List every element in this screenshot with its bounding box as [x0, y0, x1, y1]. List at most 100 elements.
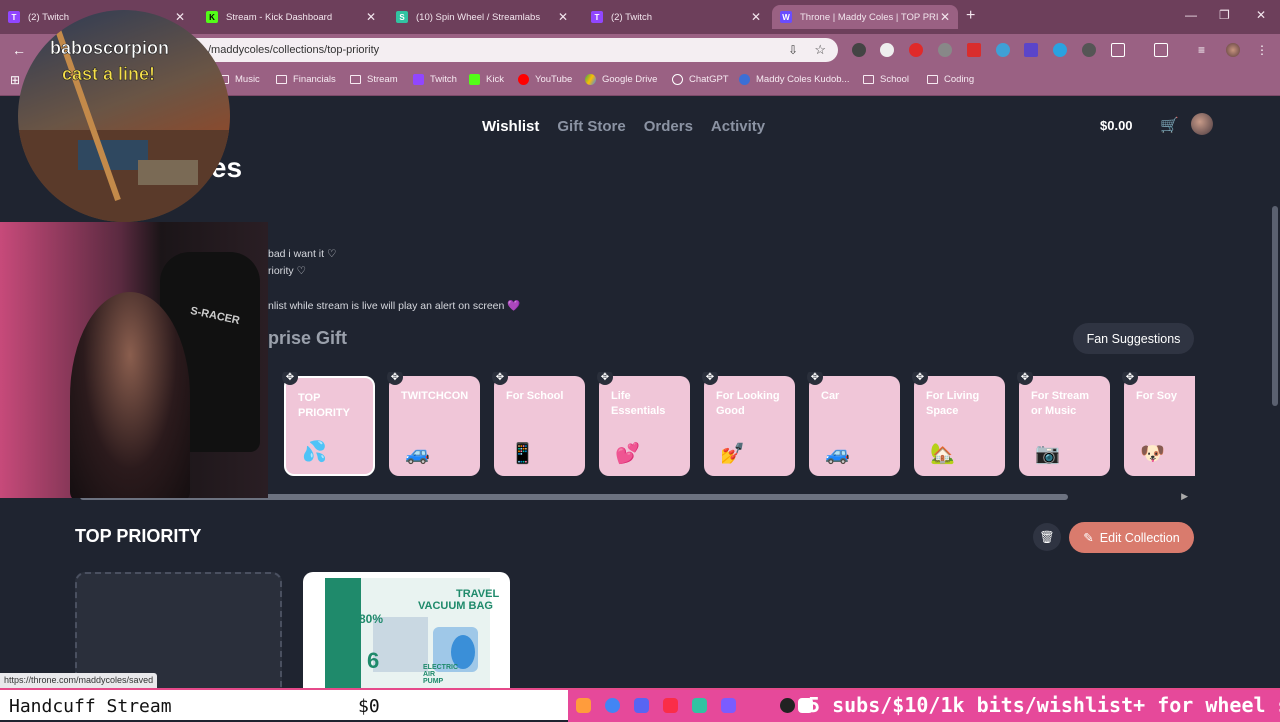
bookmark-google-drive[interactable]: Google Drive	[585, 74, 657, 85]
tab-throne[interactable]: W Throne | Maddy Coles | TOP PRI ✕	[772, 5, 958, 29]
collection-emoji: 🐶	[1140, 443, 1165, 465]
tab-title: (2) Twitch	[611, 11, 653, 23]
bookmark-youtube[interactable]: YouTube	[518, 74, 572, 85]
extension-icon[interactable]	[996, 43, 1010, 57]
collection-card-for-soy[interactable]: For Soy 🐶	[1124, 376, 1195, 476]
cart-icon[interactable]: 🛒	[1160, 116, 1179, 134]
avatar[interactable]	[1226, 43, 1240, 57]
bookmark-label: Coding	[944, 74, 975, 85]
bookmark-kick[interactable]: Kick	[469, 74, 504, 85]
product-badge: 80%	[359, 612, 384, 626]
webcam-overlay: S-RACER	[0, 222, 268, 498]
collection-label: For School	[506, 390, 564, 402]
streamlabs-icon	[692, 698, 707, 713]
close-icon[interactable]: ✕	[366, 10, 376, 24]
extension-icon[interactable]	[1053, 43, 1067, 57]
bookmark-stream[interactable]: Stream	[350, 74, 398, 85]
extension-icon[interactable]	[1082, 43, 1096, 57]
main-nav: Wishlist Gift Store Orders Activity	[482, 118, 765, 135]
extension-icon[interactable]	[1024, 43, 1038, 57]
pdf-extension-icon[interactable]	[967, 43, 981, 57]
nav-gift-store[interactable]: Gift Store	[557, 118, 625, 135]
collection-card-for-living-space[interactable]: For Living Space 🏡	[914, 376, 1005, 476]
collection-emoji: 📷	[1035, 443, 1060, 465]
nav-wishlist[interactable]: Wishlist	[482, 118, 539, 135]
close-icon[interactable]: ✕	[751, 10, 761, 24]
bookmark-label: Kick	[486, 74, 504, 85]
folder-icon	[276, 75, 287, 84]
new-tab-button[interactable]: +	[966, 7, 975, 25]
bookmark-star-icon[interactable]: ☆	[814, 42, 826, 58]
balance-text[interactable]: $0.00	[1100, 118, 1133, 133]
bookmark-label: Financials	[293, 74, 336, 85]
collection-card-twitchcon[interactable]: TWITCHCON 🚙	[389, 376, 480, 476]
volume-extension-icon[interactable]	[852, 43, 866, 57]
side-panel-icon[interactable]	[1154, 43, 1168, 57]
nav-orders[interactable]: Orders	[644, 118, 693, 135]
trash-icon[interactable]: 🗑	[1033, 523, 1061, 551]
scroll-right-icon[interactable]: ▶	[1181, 491, 1188, 502]
collection-emoji: 🏡	[930, 443, 955, 465]
twitch-icon: T	[591, 11, 603, 23]
collection-label: TOP PRIORITY	[298, 392, 350, 419]
collection-label: For Soy	[1136, 390, 1177, 402]
donation-amount: $0	[358, 696, 380, 717]
tab-title: (10) Spin Wheel / Streamlabs	[416, 11, 541, 23]
app-icon	[576, 698, 591, 713]
page-scrollbar[interactable]	[1270, 96, 1280, 688]
menu-icon[interactable]: ⋮	[1256, 43, 1270, 57]
window-close-button[interactable]: ✕	[1256, 8, 1266, 22]
bookmark-label: Maddy Coles Kudob...	[756, 74, 850, 85]
pencil-icon: ✎	[1083, 531, 1094, 545]
collection-card-top-priority[interactable]: TOP PRIORITY 💦	[284, 376, 375, 476]
collection-emoji: 💕	[615, 443, 640, 465]
bookmark-coding[interactable]: Coding	[927, 74, 974, 85]
avatar[interactable]	[1191, 113, 1213, 135]
chatgpt-icon	[672, 74, 683, 85]
collection-card-for-school[interactable]: For School 📱	[494, 376, 585, 476]
collection-card-for-looking-good[interactable]: For Looking Good 💅	[704, 376, 795, 476]
folder-icon	[350, 75, 361, 84]
collection-label: For Looking Good	[716, 390, 780, 417]
restore-button[interactable]: ❐	[1219, 8, 1230, 22]
tab-streamlabs[interactable]: S (10) Spin Wheel / Streamlabs ✕	[388, 5, 576, 29]
extension-icon[interactable]	[938, 43, 952, 57]
minimize-button[interactable]: —	[1185, 8, 1197, 22]
bookmark-label: Google Drive	[602, 74, 658, 85]
media-icon[interactable]: ≡	[1198, 43, 1212, 57]
add-item-card[interactable]	[75, 572, 282, 688]
bookmark-twitch[interactable]: Twitch	[413, 74, 457, 85]
edit-collection-button[interactable]: ✎ Edit Collection	[1069, 522, 1194, 553]
surprise-gift-heading: prise Gift	[268, 328, 348, 348]
bookmark-chatgpt[interactable]: ChatGPT	[672, 74, 729, 85]
scrollbar-thumb[interactable]	[1272, 206, 1278, 406]
streamlabs-icon: S	[396, 11, 408, 23]
s-extension-icon[interactable]	[880, 43, 894, 57]
throne-icon: W	[780, 11, 792, 23]
record-extension-icon[interactable]	[909, 43, 923, 57]
url-text: /maddycoles/collections/top-priority	[208, 44, 380, 56]
bookmark-label: ChatGPT	[689, 74, 729, 85]
install-icon[interactable]: ⇩	[788, 43, 798, 57]
collection-card-car[interactable]: Car 🚙	[809, 376, 900, 476]
stream-title: Handcuff Stream	[9, 696, 172, 717]
nav-activity[interactable]: Activity	[711, 118, 765, 135]
collection-card-for-stream-or-music[interactable]: For Stream or Music 📷	[1019, 376, 1110, 476]
bio-line: bad i want it ♡	[268, 248, 337, 260]
tab-twitch-2[interactable]: T (2) Twitch ✕	[583, 5, 769, 29]
folder-icon	[927, 75, 938, 84]
tab-title: Stream - Kick Dashboard	[226, 11, 333, 23]
app-icon	[721, 698, 736, 713]
bookmark-kudoboard[interactable]: Maddy Coles Kudob...	[739, 74, 849, 85]
bookmark-financials[interactable]: Financials	[276, 74, 336, 85]
close-icon[interactable]: ✕	[940, 10, 950, 24]
bookmark-school[interactable]: School	[863, 74, 909, 85]
status-url: https://throne.com/maddycoles/saved	[0, 673, 158, 688]
collection-emoji: 📱	[510, 443, 535, 465]
fan-suggestions-button[interactable]: Fan Suggestions	[1073, 323, 1194, 354]
puzzle-icon[interactable]	[1111, 43, 1125, 57]
alert-overlay: baboscorpion cast a line!	[18, 10, 230, 222]
product-card-vacuum-bag[interactable]: TRAVEL VACUUM BAG 80% 6 ELECTRIC AIR PUM…	[303, 572, 510, 688]
collection-card-life-essentials[interactable]: Life Essentials 💕	[599, 376, 690, 476]
close-icon[interactable]: ✕	[558, 10, 568, 24]
